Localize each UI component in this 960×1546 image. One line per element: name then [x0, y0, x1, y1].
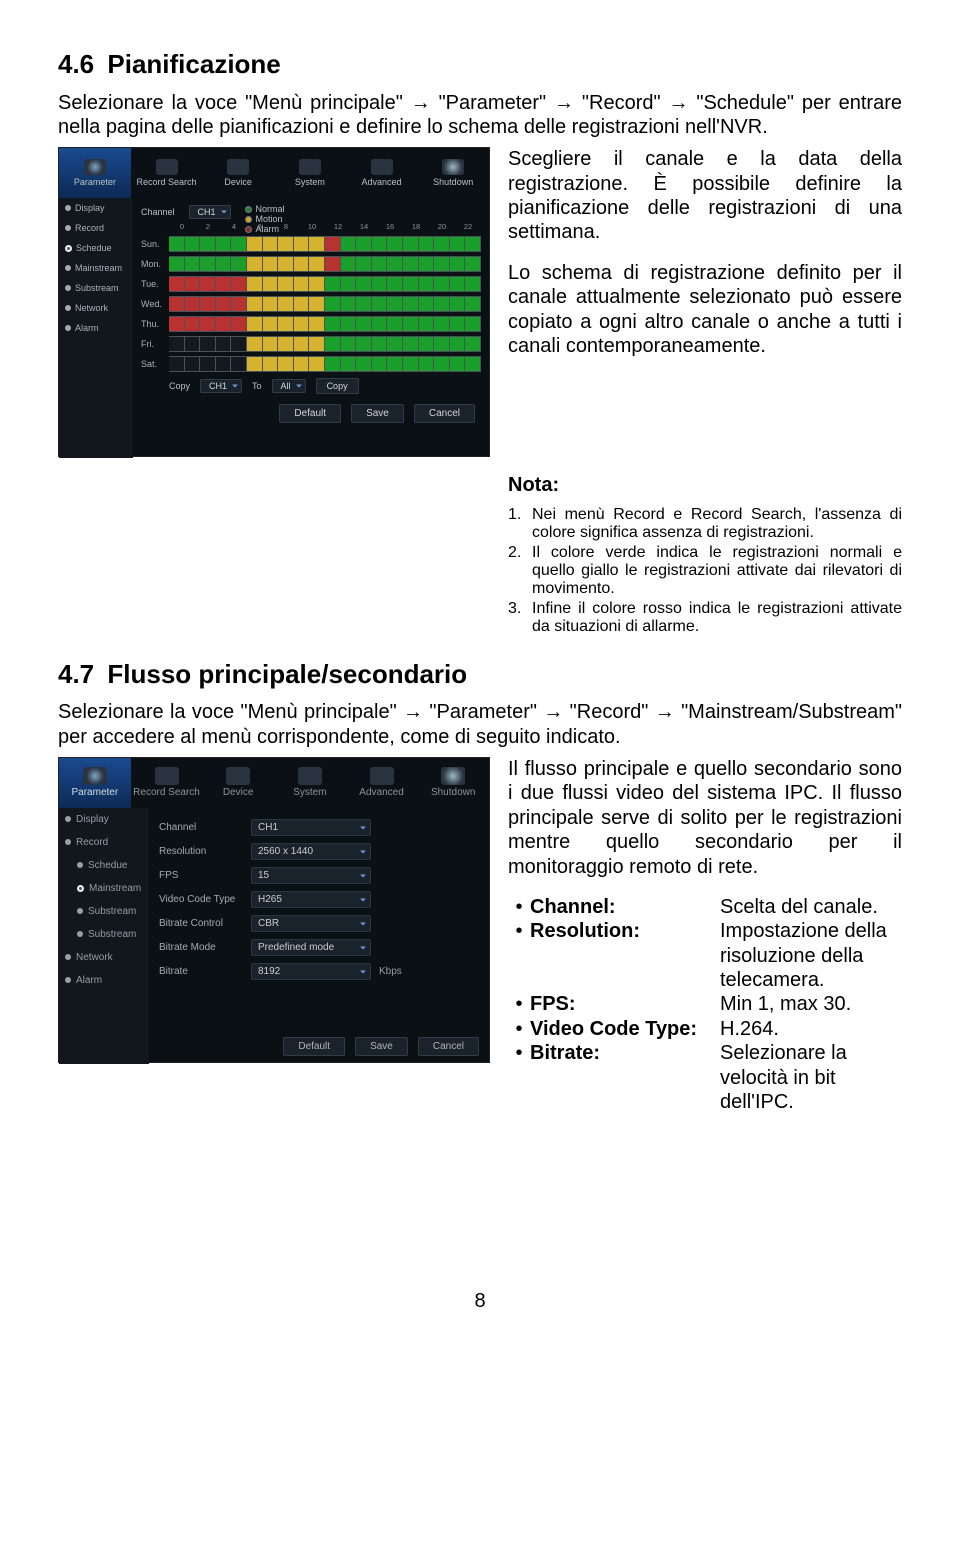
sb-alarm[interactable]: Alarm [59, 318, 133, 338]
copy-bar: Copy CH1 To All Copy [141, 374, 481, 398]
toolbar: Parameter Record Search Device System Ad… [59, 148, 489, 198]
bitratectrl-dropdown[interactable]: CBR [251, 915, 371, 932]
tab-advanced[interactable]: Advanced [346, 758, 418, 808]
sec46-p2: Lo schema di registrazione definito per … [508, 261, 902, 359]
sb-schedule[interactable]: Schedue [59, 854, 149, 877]
cancel-button[interactable]: Cancel [418, 1037, 479, 1056]
drive-icon [156, 159, 178, 175]
copy-button[interactable]: Copy [316, 378, 359, 394]
grid-row[interactable]: Tue. [141, 274, 481, 294]
sb-substream[interactable]: Substream [59, 278, 133, 298]
tab-shutdown[interactable]: Shutdown [417, 758, 489, 808]
sec46-p1: Scegliere il canale e la data della regi… [508, 147, 902, 245]
section-4-7-title: 4.7 Flusso principale/secondario [58, 658, 902, 691]
sb-network[interactable]: Network [59, 298, 133, 318]
sb-substream[interactable]: Substream [59, 900, 149, 923]
bullet-list: •Channel:Scelta del canale. •Resolution:… [508, 895, 902, 1115]
grid-row[interactable]: Fri. [141, 334, 481, 354]
schedule-grid[interactable]: Sun.Mon.Tue.Wed.Thu.Fri.Sat. [141, 234, 481, 374]
section-4-6-title: 4.6 Pianificazione [58, 48, 902, 81]
monitor-icon [299, 159, 321, 175]
save-button[interactable]: Save [351, 404, 404, 423]
channel-dropdown[interactable]: CH1 [189, 205, 231, 219]
grid-row[interactable]: Sat. [141, 354, 481, 374]
sb-schedule[interactable]: Schedue [59, 238, 133, 258]
default-button[interactable]: Default [279, 404, 341, 423]
device-icon [226, 767, 250, 785]
tab-record-search[interactable]: Record Search [131, 758, 203, 808]
schedule-screenshot: Parameter Record Search Device System Ad… [58, 147, 490, 457]
tools-icon [370, 767, 394, 785]
bitratemode-dropdown[interactable]: Predefined mode [251, 939, 371, 956]
sec47-p1: Il flusso principale e quello secondario… [508, 757, 902, 879]
power-icon [441, 767, 465, 785]
grid-row[interactable]: Mon. [141, 254, 481, 274]
copy-from-dropdown[interactable]: CH1 [200, 379, 242, 393]
sec46-intro: Selezionare la voce "Menù principale" → … [58, 91, 902, 140]
nota-label: Nota: [508, 473, 902, 497]
legend-normal-icon [245, 206, 252, 213]
sb-record[interactable]: Record [59, 218, 133, 238]
sb-mainstream[interactable]: Mainstream [59, 258, 133, 278]
copy-to-dropdown[interactable]: All [272, 379, 306, 393]
sb-record[interactable]: Record [59, 831, 149, 854]
left-sidebar: Display Record Schedue Mainstream Substr… [59, 198, 133, 458]
sec47-intro: Selezionare la voce "Menù principale" → … [58, 700, 902, 749]
sb-display[interactable]: Display [59, 808, 149, 831]
tab-device[interactable]: Device [202, 148, 274, 198]
left-sidebar: Display Record Schedue Mainstream Substr… [59, 808, 149, 1064]
sb-alarm[interactable]: Alarm [59, 969, 149, 992]
toolbar: Parameter Record Search Device System Ad… [59, 758, 489, 808]
tab-shutdown[interactable]: Shutdown [417, 148, 489, 198]
tab-system[interactable]: System [274, 148, 346, 198]
resolution-dropdown[interactable]: 2560 x 1440 [251, 843, 371, 860]
sb-network[interactable]: Network [59, 946, 149, 969]
cancel-button[interactable]: Cancel [414, 404, 475, 423]
grid-row[interactable]: Wed. [141, 294, 481, 314]
sb-mainstream[interactable]: Mainstream [59, 877, 149, 900]
tab-parameter[interactable]: Parameter [59, 148, 131, 198]
mainstream-screenshot: Parameter Record Search Device System Ad… [58, 757, 490, 1063]
default-button[interactable]: Default [283, 1037, 345, 1056]
sb-substream2[interactable]: Substream [59, 923, 149, 946]
gear-icon [83, 767, 107, 785]
gear-icon [84, 159, 106, 175]
videocode-dropdown[interactable]: H265 [251, 891, 371, 908]
monitor-icon [298, 767, 322, 785]
tab-system[interactable]: System [274, 758, 346, 808]
tab-advanced[interactable]: Advanced [346, 148, 418, 198]
mainstream-panel: ChannelCH1 Resolution2560 x 1440 FPS15 V… [149, 808, 489, 1064]
sb-display[interactable]: Display [59, 198, 133, 218]
tools-icon [371, 159, 393, 175]
device-icon [227, 159, 249, 175]
tab-parameter[interactable]: Parameter [59, 758, 131, 808]
page-number: 8 [58, 1290, 902, 1313]
nota-list: 1.Nei menù Record e Record Search, l'ass… [508, 506, 902, 636]
power-icon [442, 159, 464, 175]
grid-row[interactable]: Sun. [141, 234, 481, 254]
save-button[interactable]: Save [355, 1037, 408, 1056]
hour-labels: 0246810121416182022 [141, 222, 481, 234]
bitrate-dropdown[interactable]: 8192 [251, 963, 371, 980]
tab-device[interactable]: Device [202, 758, 274, 808]
grid-row[interactable]: Thu. [141, 314, 481, 334]
channel-dropdown[interactable]: CH1 [251, 819, 371, 836]
schedule-panel: Channel CH1 Normal Motion Alarm 02468101 [133, 198, 489, 458]
channel-label: Channel [141, 207, 175, 217]
fps-dropdown[interactable]: 15 [251, 867, 371, 884]
drive-icon [155, 767, 179, 785]
tab-record-search[interactable]: Record Search [131, 148, 203, 198]
